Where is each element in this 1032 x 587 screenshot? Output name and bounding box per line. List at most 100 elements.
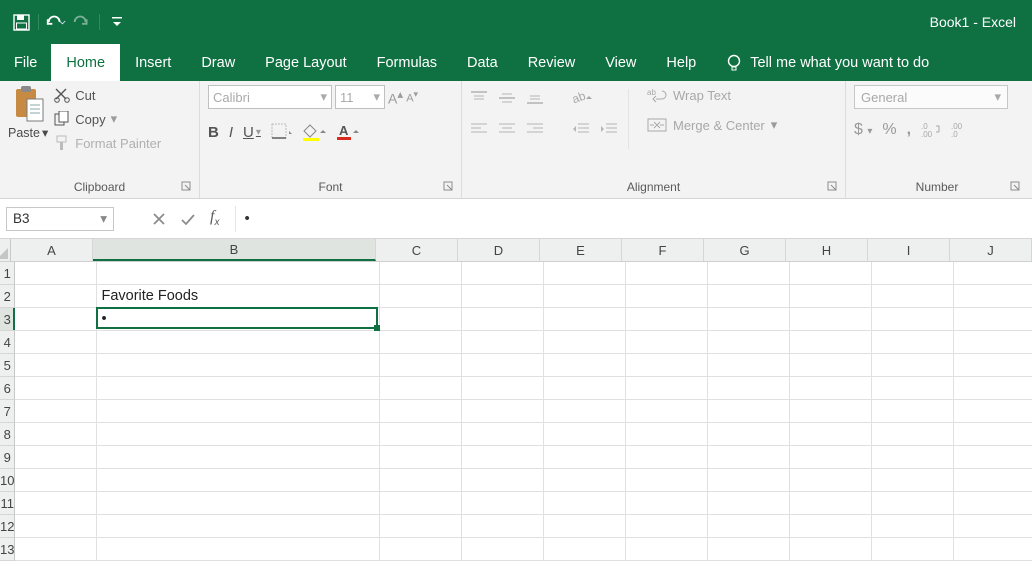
cell[interactable]	[872, 262, 954, 285]
tab-file[interactable]: File	[0, 44, 51, 81]
cell[interactable]	[626, 331, 708, 354]
font-size-combo[interactable]: 11▾	[335, 85, 385, 109]
cell[interactable]	[15, 285, 97, 308]
cell[interactable]	[872, 377, 954, 400]
cell[interactable]	[626, 492, 708, 515]
cell[interactable]	[872, 538, 954, 561]
cell[interactable]	[872, 354, 954, 377]
cell[interactable]	[544, 492, 626, 515]
cell[interactable]	[708, 538, 790, 561]
cell[interactable]	[97, 377, 380, 400]
cell[interactable]	[15, 515, 97, 538]
cell[interactable]	[15, 354, 97, 377]
cell[interactable]	[872, 331, 954, 354]
cell[interactable]	[872, 469, 954, 492]
align-top-icon[interactable]	[470, 90, 488, 106]
tab-insert[interactable]: Insert	[120, 44, 186, 81]
cell[interactable]	[790, 469, 872, 492]
cell[interactable]: Favorite Foods	[97, 285, 380, 308]
cell[interactable]	[544, 377, 626, 400]
cell[interactable]	[462, 446, 544, 469]
cell[interactable]	[626, 400, 708, 423]
align-center-icon[interactable]	[498, 121, 516, 137]
cell[interactable]	[954, 285, 1032, 308]
cell[interactable]: •	[97, 308, 380, 331]
row-header[interactable]: 3	[0, 308, 15, 331]
cell[interactable]	[708, 423, 790, 446]
row-header[interactable]: 10	[0, 469, 15, 492]
cell[interactable]	[954, 354, 1032, 377]
cell[interactable]	[462, 538, 544, 561]
cell[interactable]	[380, 538, 462, 561]
cell[interactable]	[790, 308, 872, 331]
borders-button[interactable]	[271, 123, 293, 141]
column-header[interactable]: F	[622, 239, 704, 261]
enter-icon[interactable]	[180, 212, 196, 226]
cell[interactable]	[872, 285, 954, 308]
increase-decimal-button[interactable]: .0.00	[921, 122, 941, 138]
row-header[interactable]: 1	[0, 262, 15, 285]
comma-format-button[interactable]: ,	[907, 121, 911, 139]
cell[interactable]	[15, 492, 97, 515]
cell[interactable]	[544, 423, 626, 446]
row-header[interactable]: 12	[0, 515, 15, 538]
cell[interactable]	[626, 515, 708, 538]
dialog-launcher-icon[interactable]	[1010, 181, 1024, 195]
cell[interactable]	[544, 354, 626, 377]
cell[interactable]	[708, 354, 790, 377]
cell[interactable]	[790, 262, 872, 285]
cell[interactable]	[872, 423, 954, 446]
cell[interactable]	[15, 446, 97, 469]
cell[interactable]	[954, 423, 1032, 446]
cell[interactable]	[626, 538, 708, 561]
cell[interactable]	[790, 331, 872, 354]
cell[interactable]	[380, 262, 462, 285]
cell[interactable]	[626, 285, 708, 308]
align-bottom-icon[interactable]	[526, 90, 544, 106]
cell[interactable]	[462, 377, 544, 400]
cell[interactable]	[462, 285, 544, 308]
format-painter-button[interactable]: Format Painter	[54, 135, 161, 151]
row-header[interactable]: 6	[0, 377, 15, 400]
cell[interactable]	[15, 308, 97, 331]
copy-button[interactable]: Copy ▾	[54, 111, 161, 127]
row-header[interactable]: 8	[0, 423, 15, 446]
number-format-combo[interactable]: General ▾	[854, 85, 1008, 109]
cell[interactable]	[544, 446, 626, 469]
column-header[interactable]: D	[458, 239, 540, 261]
row-header[interactable]: 2	[0, 285, 15, 308]
formula-input[interactable]: •	[236, 207, 1032, 231]
underline-button[interactable]: U ▾	[243, 124, 261, 141]
tab-data[interactable]: Data	[452, 44, 513, 81]
cell[interactable]	[15, 331, 97, 354]
column-header[interactable]: H	[786, 239, 868, 261]
row-header[interactable]: 5	[0, 354, 15, 377]
redo-button[interactable]	[71, 11, 93, 33]
cell[interactable]	[380, 377, 462, 400]
cell[interactable]	[380, 446, 462, 469]
cell[interactable]	[380, 354, 462, 377]
cell[interactable]	[708, 308, 790, 331]
cell[interactable]	[954, 515, 1032, 538]
tab-page-layout[interactable]: Page Layout	[250, 44, 361, 81]
cell[interactable]	[462, 492, 544, 515]
cell[interactable]	[15, 377, 97, 400]
cell[interactable]	[380, 469, 462, 492]
cell[interactable]	[626, 262, 708, 285]
cell[interactable]	[15, 262, 97, 285]
cell[interactable]	[790, 446, 872, 469]
cell[interactable]	[872, 515, 954, 538]
cut-button[interactable]: Cut	[54, 87, 161, 103]
cell[interactable]	[708, 469, 790, 492]
undo-button[interactable]	[45, 11, 67, 33]
font-color-button[interactable]: A	[337, 123, 361, 141]
column-header[interactable]: A	[11, 239, 93, 261]
cell[interactable]	[97, 515, 380, 538]
cell[interactable]	[380, 423, 462, 446]
row-header[interactable]: 9	[0, 446, 15, 469]
dialog-launcher-icon[interactable]	[181, 181, 195, 195]
dialog-launcher-icon[interactable]	[443, 181, 457, 195]
increase-indent-icon[interactable]	[600, 121, 618, 137]
row-header[interactable]: 7	[0, 400, 15, 423]
italic-button[interactable]: I	[229, 124, 233, 141]
